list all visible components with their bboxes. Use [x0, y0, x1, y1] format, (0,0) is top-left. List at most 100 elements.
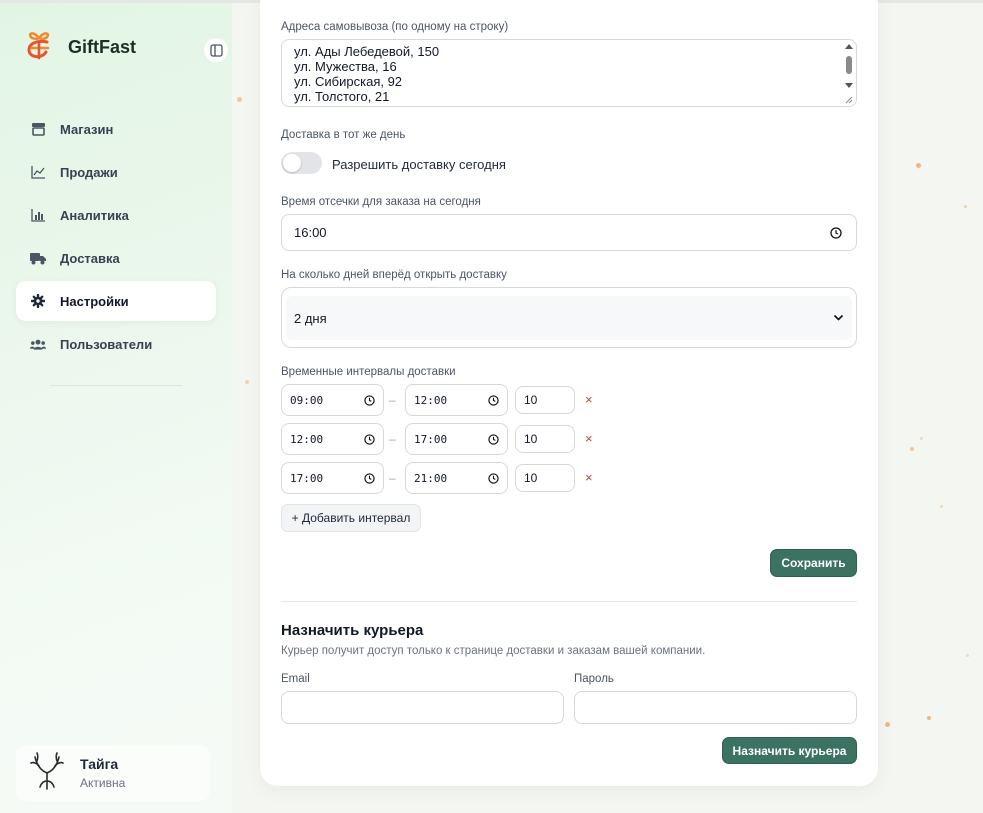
cutoff-time-value: 16:00	[294, 225, 327, 240]
password-field[interactable]	[574, 691, 857, 724]
sidebar-item-users[interactable]: Пользователи	[16, 324, 216, 364]
remove-interval-button[interactable]: ×	[585, 392, 593, 407]
line-chart-icon	[30, 164, 46, 180]
truck-icon	[30, 250, 46, 266]
interval-dash: –	[389, 471, 396, 485]
clock-icon[interactable]	[488, 394, 499, 406]
clock-icon[interactable]	[830, 226, 842, 239]
interval-to-input[interactable]: 12:00	[405, 384, 508, 416]
same-day-toggle-label[interactable]: Разрешить доставку сегодня	[332, 157, 506, 172]
sidebar-item-label: Магазин	[60, 121, 114, 137]
interval-from-input[interactable]: 17:00	[281, 462, 384, 494]
sidebar-item-label: Продажи	[60, 164, 118, 180]
bar-chart-icon	[30, 207, 46, 223]
textarea-scrollbar[interactable]	[844, 42, 854, 104]
interval-to-value: 12:00	[414, 393, 448, 407]
scroll-up-arrow-icon[interactable]	[844, 42, 854, 50]
decor-dot	[916, 163, 921, 168]
users-icon	[30, 336, 46, 352]
interval-from-input[interactable]: 09:00	[281, 384, 384, 416]
add-interval-button[interactable]: + Добавить интервал	[281, 504, 421, 532]
account-name: Тайга	[80, 756, 119, 772]
interval-capacity-input[interactable]: 10	[515, 425, 575, 453]
sidebar-item-sales[interactable]: Продажи	[16, 152, 216, 192]
interval-from-value: 17:00	[290, 471, 324, 485]
toggle-knob	[283, 154, 301, 172]
interval-capacity-value: 10	[524, 393, 538, 407]
pickup-address-line: ул. Толстого, 21	[294, 89, 390, 104]
save-button[interactable]: Сохранить	[770, 549, 857, 577]
decor-dot	[940, 505, 943, 508]
decor-dot	[927, 716, 931, 720]
sidebar-nav: Магазин Продажи Аналитика Доставка Настр…	[16, 109, 216, 367]
interval-from-input[interactable]: 12:00	[281, 423, 384, 455]
pickup-address-line: ул. Сибирская, 92	[294, 74, 403, 89]
same-day-label: Доставка в тот же день	[281, 129, 406, 141]
clock-icon[interactable]	[488, 433, 499, 445]
scrollbar-thumb[interactable]	[846, 56, 852, 74]
sidebar-item-delivery[interactable]: Доставка	[16, 238, 216, 278]
sidebar-item-label: Аналитика	[60, 207, 129, 223]
cutoff-time-input[interactable]: 16:00	[281, 214, 857, 251]
interval-to-value: 21:00	[414, 471, 448, 485]
sidebar-collapse-button[interactable]	[204, 38, 228, 62]
brand[interactable]: GiftFast	[24, 29, 136, 65]
brand-name: GiftFast	[68, 36, 137, 57]
sidebar-item-label: Доставка	[60, 250, 120, 266]
days-ahead-label: На сколько дней вперёд открыть доставку	[281, 269, 507, 281]
sidebar-item-store[interactable]: Магазин	[16, 109, 216, 149]
interval-to-input[interactable]: 21:00	[405, 462, 508, 494]
decor-dot	[966, 654, 969, 657]
interval-to-value: 17:00	[414, 432, 448, 446]
clock-icon[interactable]	[364, 394, 375, 406]
clock-icon[interactable]	[488, 472, 499, 484]
scroll-down-arrow-icon[interactable]	[844, 82, 854, 90]
pickup-addresses-textarea[interactable]: ул. Ады Лебедевой, 150 ул. Мужества, 16 …	[281, 39, 857, 107]
clock-icon[interactable]	[364, 433, 375, 445]
gear-icon	[30, 293, 46, 309]
sidebar-item-settings[interactable]: Настройки	[16, 281, 216, 321]
assign-courier-button[interactable]: Назначить курьера	[722, 737, 857, 764]
courier-section-description: Курьер получит доступ только к странице …	[281, 645, 706, 657]
sidebar-item-analytics[interactable]: Аналитика	[16, 195, 216, 235]
same-day-toggle[interactable]	[281, 152, 322, 174]
remove-interval-button[interactable]: ×	[585, 470, 593, 485]
sidebar-item-label: Настройки	[60, 293, 129, 309]
decor-dot	[964, 205, 967, 208]
sidebar-item-label: Пользователи	[60, 336, 153, 352]
panel-left-icon	[209, 43, 223, 57]
giftfast-logo-icon	[24, 28, 54, 67]
store-icon	[30, 121, 46, 137]
pickup-address-line: ул. Ады Лебедевой, 150	[294, 44, 440, 59]
days-ahead-select[interactable]: 2 дня	[281, 287, 857, 348]
days-ahead-select-inner: 2 дня	[286, 296, 852, 340]
courier-section-title: Назначить курьера	[281, 622, 424, 639]
interval-dash: –	[389, 432, 396, 446]
interval-capacity-input[interactable]: 10	[515, 386, 575, 414]
account-status: Активна	[80, 776, 126, 790]
resize-handle-icon[interactable]	[845, 96, 853, 104]
account-card[interactable]: Тайга Активна	[16, 745, 210, 801]
decor-dot	[885, 722, 890, 727]
account-info: Тайга Активна	[80, 756, 125, 790]
interval-dash: –	[389, 393, 396, 407]
interval-from-value: 12:00	[290, 432, 324, 446]
password-label: Пароль	[574, 673, 614, 685]
decor-dot	[237, 97, 242, 102]
email-field[interactable]	[281, 691, 564, 724]
decor-dot	[920, 437, 923, 440]
email-label: Email	[281, 673, 310, 685]
pickup-address-line: ул. Мужества, 16	[294, 59, 397, 74]
interval-capacity-value: 10	[524, 432, 538, 446]
decor-dot	[245, 380, 249, 384]
interval-capacity-input[interactable]: 10	[515, 464, 575, 492]
interval-to-input[interactable]: 17:00	[405, 423, 508, 455]
pickup-addresses-label: Адреса самовывоза (по одному на строку)	[281, 21, 509, 33]
clock-icon[interactable]	[364, 472, 375, 484]
chevron-down-icon	[833, 314, 844, 321]
days-ahead-value: 2 дня	[294, 310, 327, 326]
sidebar: GiftFast Магазин Продажи Аналитика Доста…	[0, 3, 232, 813]
remove-interval-button[interactable]: ×	[585, 431, 593, 446]
interval-capacity-value: 10	[524, 471, 538, 485]
section-divider	[281, 601, 857, 602]
